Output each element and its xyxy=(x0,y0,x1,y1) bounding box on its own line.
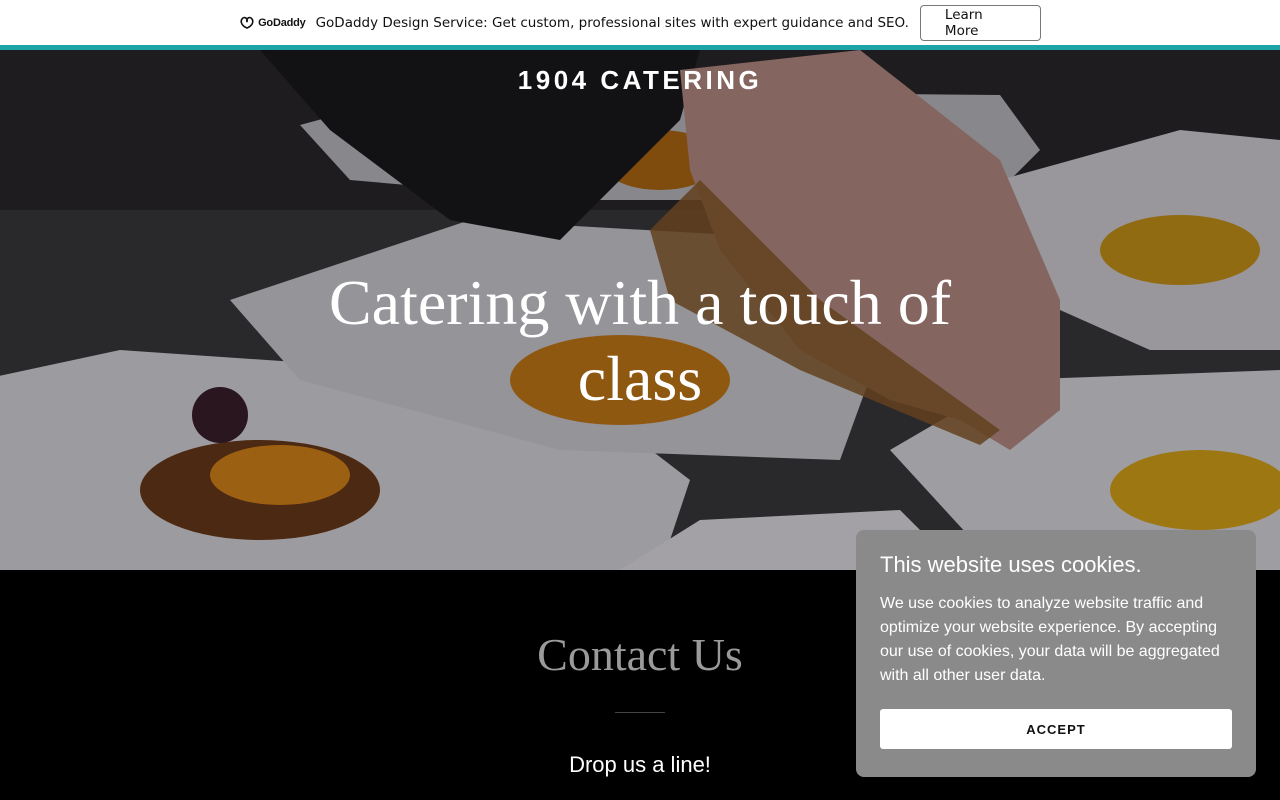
promo-message: GoDaddy Design Service: Get custom, prof… xyxy=(315,14,909,31)
cookie-title: This website uses cookies. xyxy=(880,552,1142,577)
godaddy-logo-text: GoDaddy xyxy=(258,16,306,29)
section-divider xyxy=(615,712,665,713)
hero-section: 1904 CATERING Catering with a touch of c… xyxy=(0,50,1280,570)
cookie-body: We use cookies to analyze website traffi… xyxy=(880,595,1220,684)
promo-banner: GoDaddy GoDaddy Design Service: Get cust… xyxy=(0,0,1280,45)
accept-cookies-button[interactable]: ACCEPT xyxy=(880,709,1232,749)
godaddy-logo-icon xyxy=(240,16,254,29)
learn-more-button[interactable]: Learn More xyxy=(919,4,1041,41)
site-brand[interactable]: 1904 CATERING xyxy=(0,65,1280,96)
godaddy-logo[interactable]: GoDaddy xyxy=(239,16,306,30)
hero-title: Catering with a touch of class xyxy=(328,267,952,414)
cookie-banner: This website uses cookies. We use cookie… xyxy=(856,530,1256,777)
